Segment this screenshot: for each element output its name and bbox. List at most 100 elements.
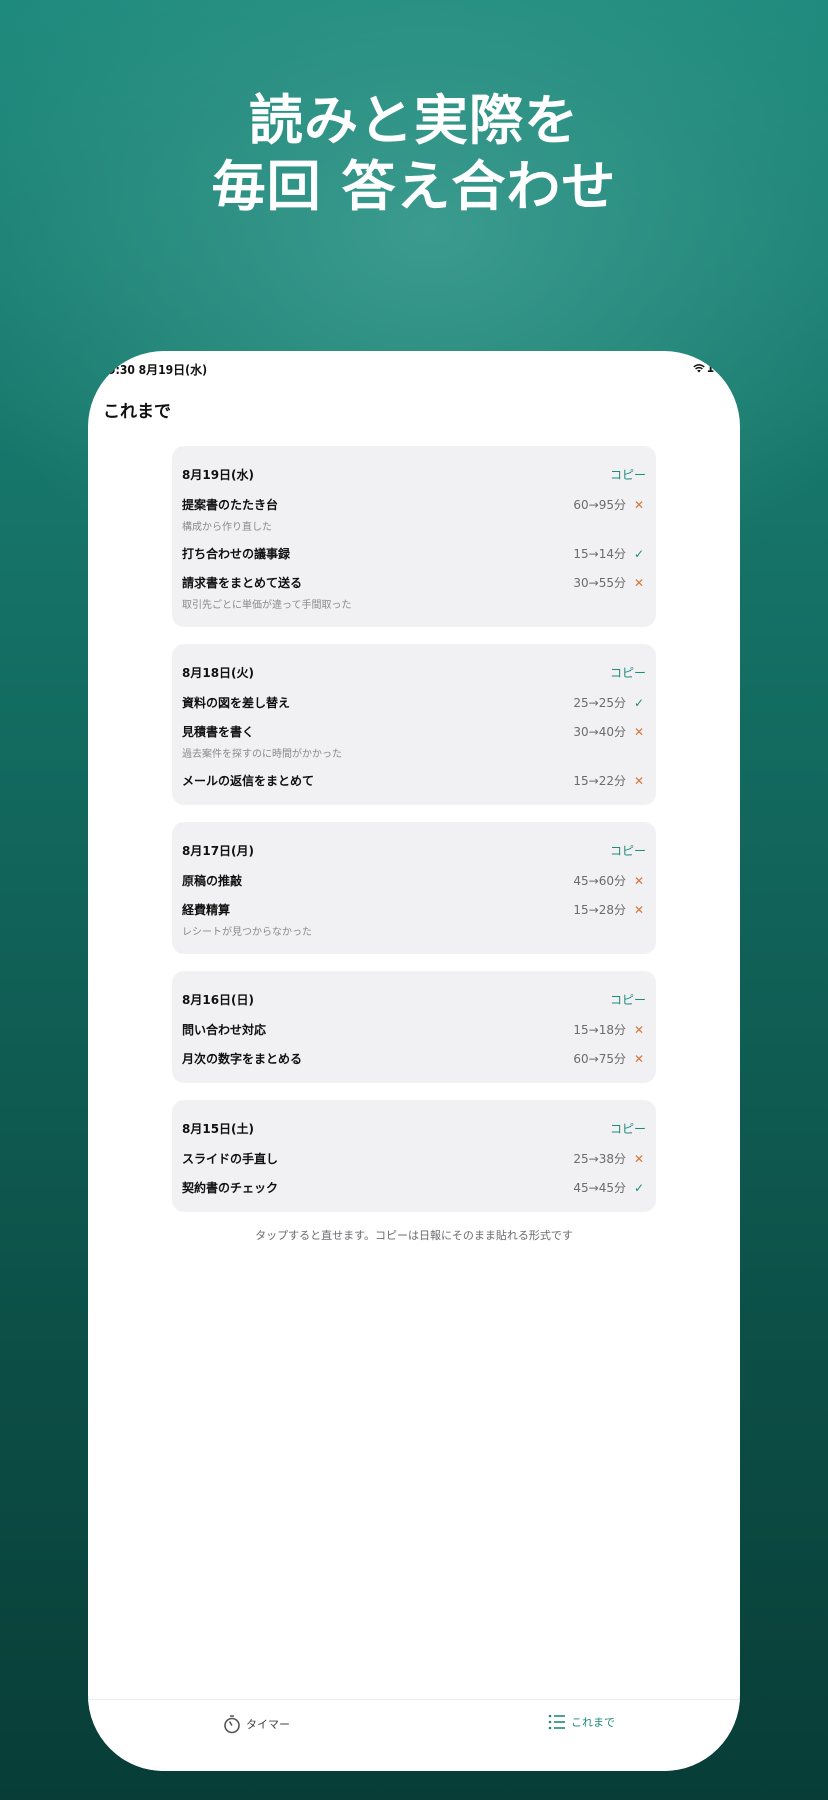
entry-task: 契約書のチェック (182, 1181, 279, 1195)
tab-timer-label: タイマー (246, 1718, 290, 1731)
cross-icon: ✕ (633, 724, 645, 739)
entry-row[interactable]: メールの返信をまとめて 15→22分 ✕ (182, 766, 646, 795)
entry-note: レシートが見つからなかった (182, 927, 312, 938)
entry-main: メールの返信をまとめて 15→22分 ✕ (182, 772, 646, 789)
day-card: 8月19日(水) コピー 提案書のたたき台 60→95分 ✕ 構成から作り直した 打ち合わせ… (172, 446, 656, 627)
list-icon (548, 1714, 565, 1730)
day-date: 8月16日(日) (182, 992, 255, 1007)
entry-main: 契約書のチェック 45→45分 ✓ (182, 1179, 646, 1196)
entry-time: 45→60分 (573, 874, 626, 888)
entry-meta: 15→18分 ✕ (573, 1021, 646, 1038)
entry-task: 打ち合わせの議事録 (182, 547, 291, 561)
entry-row[interactable]: 資料の図を差し替え 25→25分 ✓ (182, 688, 646, 717)
entry-main: 問い合わせ対応 15→18分 ✕ (182, 1021, 646, 1038)
entry-task: 見積書を書く (182, 725, 255, 739)
entry-time: 15→14分 (573, 547, 626, 561)
entry-meta: 15→14分 ✓ (573, 545, 646, 562)
entry-time: 15→18分 (573, 1023, 626, 1037)
entry-meta: 45→60分 ✕ (573, 872, 646, 889)
entry-main: 原稿の推敲 45→60分 ✕ (182, 872, 646, 889)
entry-time: 45→45分 (573, 1181, 626, 1195)
status-bar: 9:30 8月19日(水) 100% (88, 351, 740, 387)
entry-meta: 30→55分 ✕ (573, 574, 646, 591)
headline-line-1: 読みと実際を (249, 89, 579, 152)
entry-meta: 30→40分 ✕ (573, 723, 646, 740)
stopwatch-icon (224, 1715, 240, 1734)
status-right: 100% (692, 361, 740, 375)
entry-main: 見積書を書く 30→40分 ✕ (182, 723, 646, 740)
entry-time: 60→75分 (573, 1052, 626, 1066)
cross-icon: ✕ (633, 1051, 645, 1066)
entry-task: 月次の数字をまとめる (182, 1052, 303, 1066)
history-list: 8月19日(水) コピー 提案書のたたき台 60→95分 ✕ 構成から作り直した 打ち合わせ… (172, 446, 656, 1243)
entry-row[interactable]: 原稿の推敲 45→60分 ✕ (182, 866, 646, 895)
entry-main: 資料の図を差し替え 25→25分 ✓ (182, 694, 646, 711)
entry-time: 25→25分 (573, 696, 626, 710)
entry-meta: 45→45分 ✓ (573, 1179, 646, 1196)
tab-history[interactable]: これまで (548, 1714, 615, 1730)
entry-row[interactable]: 月次の数字をまとめる 60→75分 ✕ (182, 1044, 646, 1073)
entry-time: 25→38分 (573, 1152, 626, 1166)
entry-time: 60→95分 (573, 498, 626, 512)
day-cards: 8月19日(水) コピー 提案書のたたき台 60→95分 ✕ 構成から作り直した 打ち合わせ… (172, 446, 656, 1212)
entry-task: スライドの手直し (182, 1152, 279, 1166)
day-card: 8月16日(日) コピー 問い合わせ対応 15→18分 ✕ 月次の数字をまとめる 60→75… (172, 971, 656, 1083)
entry-task: メールの返信をまとめて (182, 774, 315, 788)
cross-icon: ✕ (633, 575, 645, 590)
entry-row[interactable]: スライドの手直し 25→38分 ✕ (182, 1144, 646, 1173)
entry-meta: 15→22分 ✕ (573, 772, 646, 789)
check-icon: ✓ (633, 546, 645, 561)
entry-task: 資料の図を差し替え (182, 696, 291, 710)
entry-meta: 25→25分 ✓ (573, 694, 646, 711)
headline-line-2: 毎回 答え合わせ (211, 155, 617, 218)
entry-row[interactable]: 提案書のたたき台 60→95分 ✕ 構成から作り直した (182, 490, 646, 539)
cross-icon: ✕ (633, 773, 645, 788)
day-card-header: 8月17日(月) コピー (182, 836, 646, 864)
check-icon: ✓ (633, 1180, 645, 1195)
day-card-header: 8月16日(日) コピー (182, 985, 646, 1013)
tab-timer[interactable]: タイマー (223, 1714, 290, 1734)
status-date: 8月19日(水) (138, 363, 208, 377)
copy-button[interactable]: コピー (610, 466, 646, 483)
status-time: 9:30 8月19日(水) (108, 361, 207, 378)
cross-icon: ✕ (633, 1022, 645, 1037)
day-card-header: 8月18日(火) コピー (182, 658, 646, 686)
entry-note: 取引先ごとに単価が違って手間取った (182, 600, 352, 611)
day-card: 8月17日(月) コピー 原稿の推敲 45→60分 ✕ 経費精算 15→28分 ✕ レシートが見… (172, 822, 656, 954)
entry-note: 過去案件を探すのに時間がかかった (182, 749, 342, 760)
copy-button[interactable]: コピー (610, 1120, 646, 1137)
entry-main: 月次の数字をまとめる 60→75分 ✕ (182, 1050, 646, 1067)
entry-task: 経費精算 (182, 903, 231, 917)
entry-meta: 60→75分 ✕ (573, 1050, 646, 1067)
copy-button[interactable]: コピー (610, 664, 646, 681)
entry-row[interactable]: 契約書のチェック 45→45分 ✓ (182, 1173, 646, 1202)
copy-button[interactable]: コピー (610, 991, 646, 1008)
cross-icon: ✕ (633, 902, 645, 917)
promo-headline: 読みと実際を 毎回 答え合わせ (0, 88, 828, 220)
entry-time: 15→28分 (573, 903, 626, 917)
tab-history-label: これまで (571, 1716, 615, 1729)
check-icon: ✓ (633, 695, 645, 710)
wifi-icon (692, 364, 705, 373)
day-date: 8月19日(水) (182, 467, 255, 482)
entry-main: 打ち合わせの議事録 15→14分 ✓ (182, 545, 646, 562)
entry-row[interactable]: 経費精算 15→28分 ✕ レシートが見つからなかった (182, 895, 646, 944)
day-date: 8月17日(月) (182, 843, 255, 858)
entry-note: 構成から作り直した (182, 522, 272, 533)
entry-row[interactable]: 問い合わせ対応 15→18分 ✕ (182, 1015, 646, 1044)
status-clock: 9:30 (108, 363, 135, 377)
day-date: 8月15日(土) (182, 1121, 255, 1136)
footer-note: タップすると直せます。コピーは日報にそのまま貼れる形式です (255, 1229, 573, 1242)
cross-icon: ✕ (633, 873, 645, 888)
battery-percent: 100% (706, 361, 740, 375)
page-title: これまで (103, 402, 171, 422)
cross-icon: ✕ (633, 497, 645, 512)
copy-button[interactable]: コピー (610, 842, 646, 859)
entry-row[interactable]: 見積書を書く 30→40分 ✕ 過去案件を探すのに時間がかかった (182, 717, 646, 766)
tab-bar: タイマー これまで (88, 1699, 740, 1771)
entry-main: 請求書をまとめて送る 30→55分 ✕ (182, 574, 646, 591)
day-card: 8月18日(火) コピー資料の図を差し替え 25→25分 ✓ 見積書を書く 30→40分 ✕… (172, 644, 656, 805)
entry-row[interactable]: 打ち合わせの議事録 15→14分 ✓ (182, 539, 646, 568)
day-card: 8月15日(土) コピー スライドの手直し 25→38分 ✕ 契約書のチェック 45→45分… (172, 1100, 656, 1212)
entry-row[interactable]: 請求書をまとめて送る 30→55分 ✕ 取引先ごとに単価が違って手間取った (182, 568, 646, 617)
